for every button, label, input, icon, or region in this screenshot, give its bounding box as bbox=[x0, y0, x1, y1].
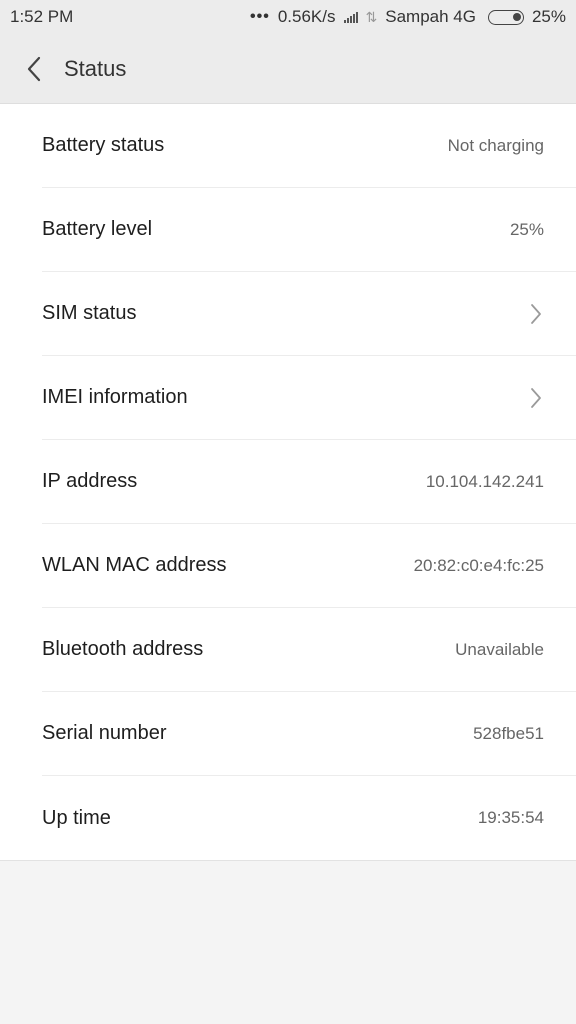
row-value: 25% bbox=[509, 219, 544, 239]
row-up-time: Up time 19:35:54 bbox=[42, 776, 576, 860]
row-label: Bluetooth address bbox=[42, 638, 204, 660]
battery-percent: 25% bbox=[531, 7, 566, 26]
carrier-name: Sampah 4G bbox=[385, 7, 476, 26]
row-value: 10.104.142.241 bbox=[425, 471, 544, 491]
row-imei-information[interactable]: IMEI information bbox=[42, 356, 576, 440]
row-value: Unavailable bbox=[455, 639, 544, 659]
back-button[interactable] bbox=[4, 34, 64, 104]
row-battery-level: Battery level 25% bbox=[42, 188, 576, 272]
status-time: 1:52 PM bbox=[10, 7, 74, 26]
row-value: 20:82:c0:e4:fc:25 bbox=[413, 555, 544, 575]
chevron-left-icon bbox=[27, 56, 41, 81]
row-battery-status: Battery status Not charging bbox=[42, 104, 576, 188]
row-value: 528fbe51 bbox=[473, 723, 544, 743]
network-speed: 0.56K/s bbox=[277, 7, 336, 26]
row-bluetooth-address: Bluetooth address Unavailable bbox=[42, 608, 576, 692]
row-value: 19:35:54 bbox=[477, 808, 544, 827]
notification-dots: ••• bbox=[250, 8, 270, 25]
row-label: IP address bbox=[42, 470, 138, 492]
status-indicators: ••• 0.56K/s ⇅ Sampah 4G 25% bbox=[250, 7, 566, 27]
row-ip-address: IP address 10.104.142.241 bbox=[42, 440, 576, 524]
row-serial-number: Serial number 528fbe51 bbox=[42, 692, 576, 776]
app-bar: Status bbox=[0, 34, 576, 104]
chevron-right-icon bbox=[530, 303, 544, 325]
data-transfer-icon: ⇅ bbox=[365, 8, 378, 25]
row-label: IMEI information bbox=[42, 386, 188, 408]
row-label: Battery status bbox=[42, 134, 165, 156]
page-title: Status bbox=[64, 55, 127, 81]
status-list: Battery status Not charging Battery leve… bbox=[0, 104, 576, 861]
battery-icon bbox=[487, 9, 524, 25]
row-label: SIM status bbox=[42, 302, 137, 324]
row-label: Battery level bbox=[42, 218, 153, 240]
status-bar: 1:52 PM ••• 0.56K/s ⇅ Sampah 4G 25% bbox=[0, 0, 576, 34]
row-wlan-mac-address: WLAN MAC address 20:82:c0:e4:fc:25 bbox=[42, 524, 576, 608]
row-label: Up time bbox=[42, 806, 111, 829]
row-sim-status[interactable]: SIM status bbox=[42, 272, 576, 356]
chevron-right-icon bbox=[530, 387, 544, 409]
signal-icon bbox=[343, 11, 358, 23]
row-label: Serial number bbox=[42, 722, 167, 744]
row-value: Not charging bbox=[447, 135, 544, 155]
row-label: WLAN MAC address bbox=[42, 554, 227, 576]
